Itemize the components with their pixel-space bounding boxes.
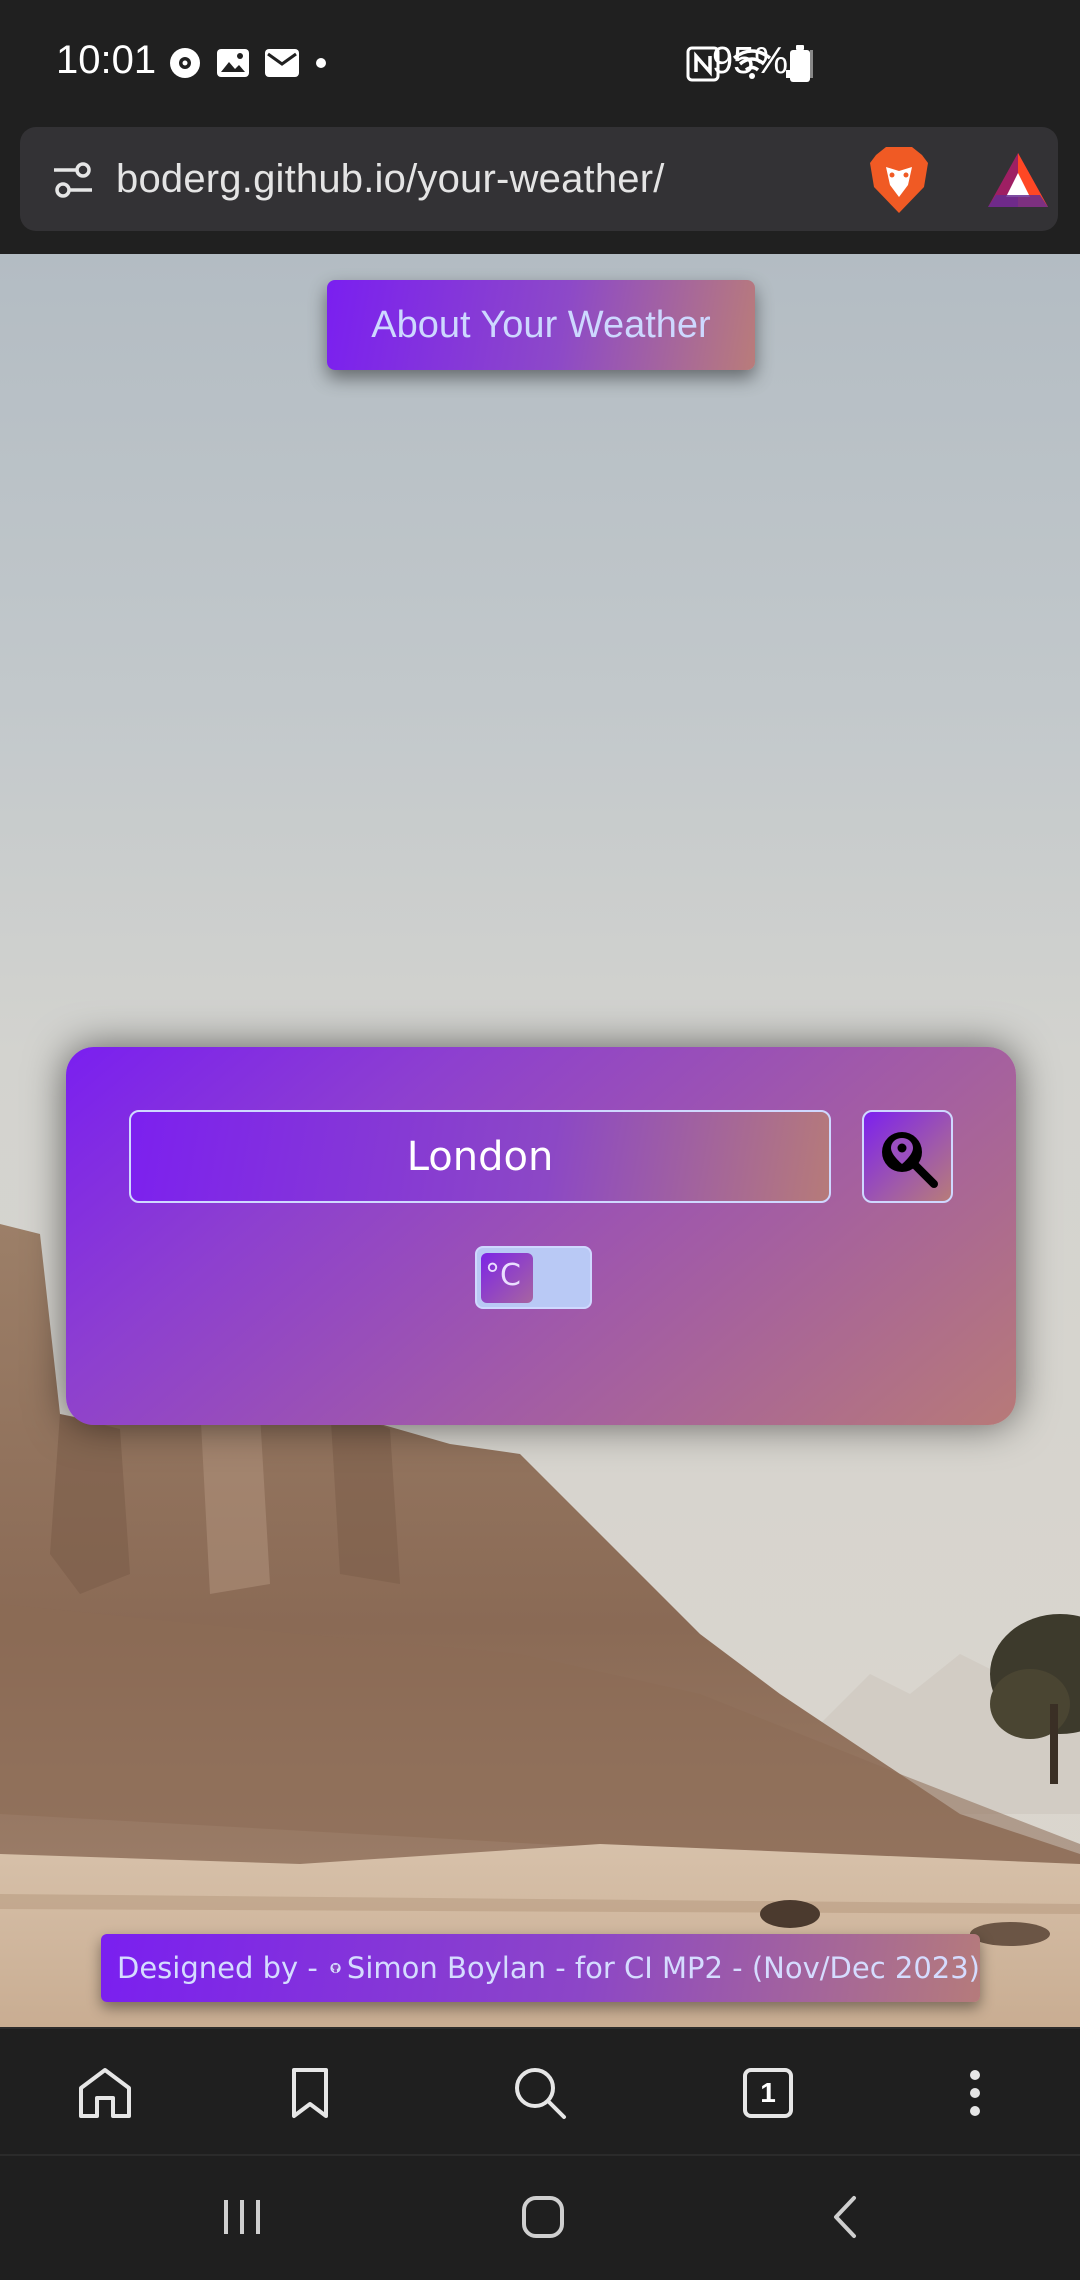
home-icon bbox=[79, 2068, 131, 2118]
temperature-unit-toggle[interactable]: °C bbox=[475, 1246, 592, 1309]
tabs-button[interactable]: 1 bbox=[738, 2063, 798, 2123]
about-your-weather-button[interactable]: About Your Weather bbox=[327, 280, 755, 370]
search-icon bbox=[515, 2068, 566, 2119]
notification-icons bbox=[168, 46, 328, 80]
battery-icon bbox=[790, 45, 810, 82]
github-icon[interactable] bbox=[330, 1953, 341, 1983]
mail-icon bbox=[265, 49, 299, 77]
media-notification-icon bbox=[170, 48, 200, 78]
battery-percentage: 95% bbox=[712, 40, 789, 82]
brave-rewards-icon[interactable] bbox=[986, 151, 1050, 209]
browser-bottom-toolbar: 1 bbox=[0, 2027, 1080, 2154]
system-navigation-bar bbox=[0, 2154, 1080, 2280]
location-search-button[interactable] bbox=[862, 1110, 953, 1203]
location-search-icon bbox=[882, 1132, 938, 1188]
footer-author-link[interactable]: Simon Boylan - for CI MP2 - (Nov/Dec 202… bbox=[347, 1951, 980, 1985]
footer-prefix: Designed by - bbox=[117, 1951, 318, 1985]
search-button[interactable] bbox=[510, 2063, 570, 2123]
unit-toggle-knob: °C bbox=[481, 1253, 533, 1303]
dot-icon bbox=[316, 58, 326, 68]
menu-button[interactable] bbox=[945, 2063, 1005, 2123]
url-field[interactable]: boderg.github.io/your-weather/ bbox=[20, 127, 1058, 231]
home-nav-icon bbox=[522, 2196, 564, 2238]
site-settings-icon[interactable] bbox=[52, 161, 94, 199]
url-text[interactable]: boderg.github.io/your-weather/ bbox=[116, 157, 665, 202]
brave-shields-icon[interactable] bbox=[868, 145, 930, 215]
back-icon bbox=[834, 2196, 856, 2238]
more-vert-icon bbox=[970, 2070, 980, 2116]
home-button[interactable] bbox=[75, 2063, 135, 2123]
gallery-icon bbox=[217, 49, 249, 77]
web-page: About Your Weather °C Designed by - Simo… bbox=[0, 254, 1080, 2027]
back-button[interactable] bbox=[822, 2192, 882, 2252]
tabs-count: 1 bbox=[743, 2068, 793, 2118]
status-bar: 10:01 95% bbox=[0, 0, 1080, 127]
weather-search-card: °C bbox=[66, 1047, 1016, 1425]
bookmarks-button[interactable] bbox=[280, 2063, 340, 2123]
status-time: 10:01 bbox=[56, 38, 157, 82]
footer-credit: Designed by - Simon Boylan - for CI MP2 … bbox=[101, 1934, 980, 2002]
recent-apps-button[interactable] bbox=[218, 2192, 278, 2252]
browser-address-bar: boderg.github.io/your-weather/ bbox=[0, 127, 1080, 254]
city-search-input[interactable] bbox=[129, 1110, 831, 1203]
home-nav-button[interactable] bbox=[518, 2192, 578, 2252]
recents-icon bbox=[224, 2200, 260, 2234]
bookmark-icon bbox=[292, 2068, 328, 2118]
